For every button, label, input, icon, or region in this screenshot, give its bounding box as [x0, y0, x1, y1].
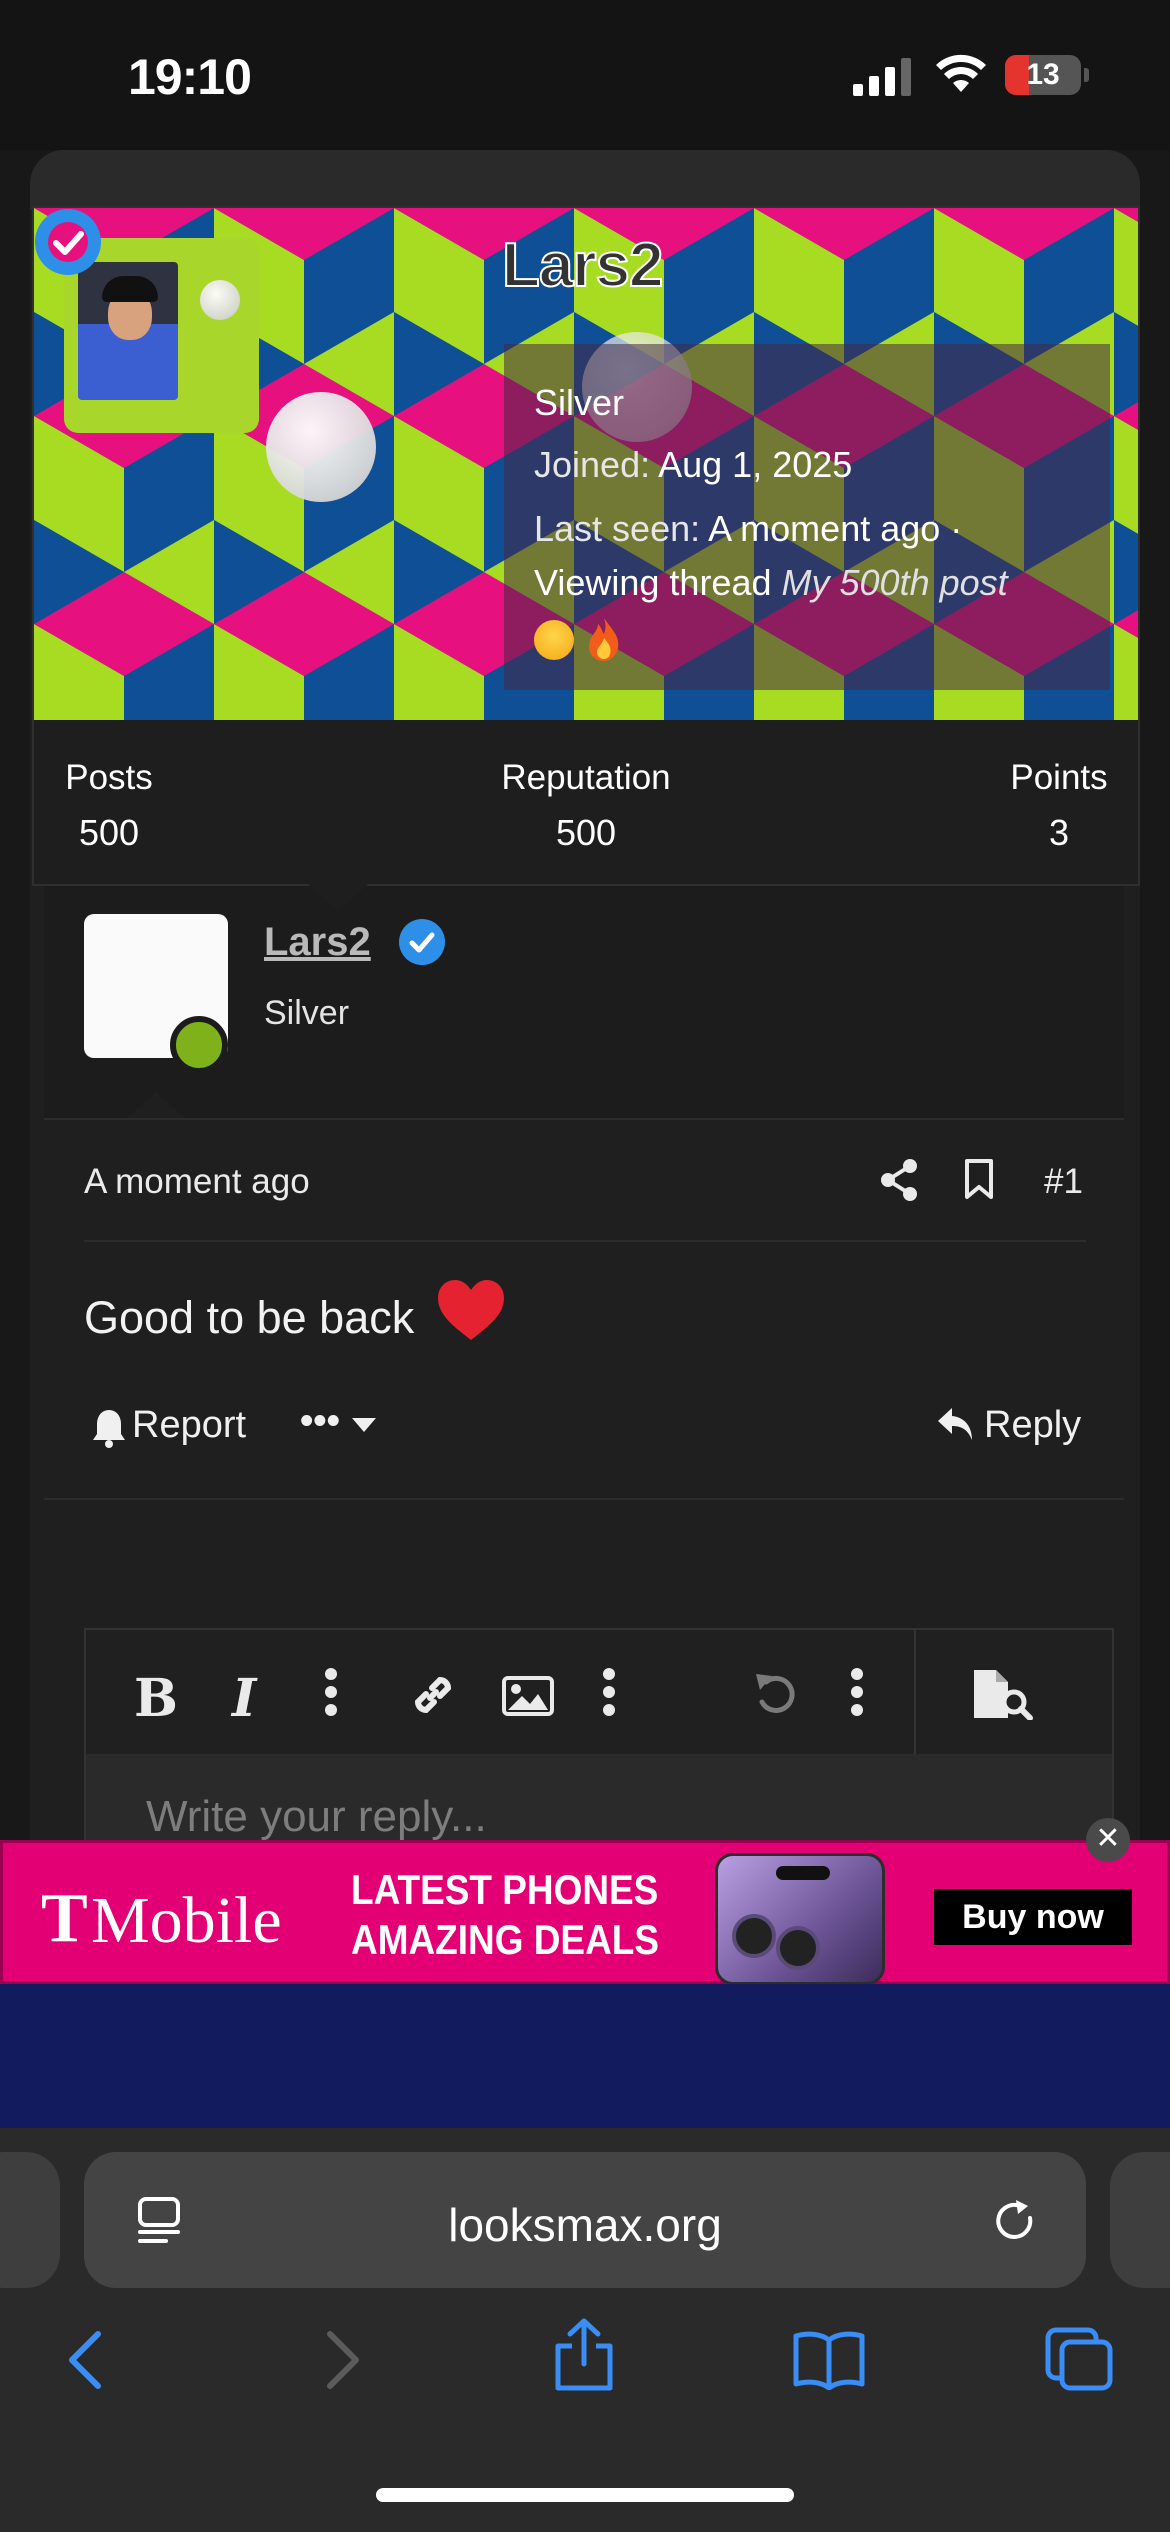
profile-last-seen: Last seen: A moment ago ·	[534, 508, 963, 549]
image-icon[interactable]	[502, 1676, 554, 1716]
profile-joined: Joined: Aug 1, 2025	[534, 444, 853, 485]
reply-icon[interactable]	[936, 1406, 974, 1442]
profile-username[interactable]: Lars2	[501, 230, 664, 301]
undo-icon[interactable]	[752, 1670, 800, 1718]
report-button[interactable]: Report	[132, 1404, 246, 1447]
ad-close-button[interactable]: ✕	[1086, 1818, 1130, 1862]
share-sheet-icon[interactable]	[552, 2318, 616, 2392]
profile-avatar[interactable]	[78, 262, 178, 400]
stat-posts[interactable]: Posts 500	[64, 758, 154, 854]
post-author-name[interactable]: Lars2	[264, 920, 371, 965]
cellular-signal-icon	[853, 58, 911, 96]
ad-headline: LATEST PHONES AMAZING DEALS	[351, 1866, 659, 1963]
previous-tab-preview[interactable]	[0, 2152, 60, 2288]
post-timestamp[interactable]: A moment ago	[84, 1162, 310, 1202]
profile-stats: Posts 500 Reputation 500 Points 3	[34, 720, 1138, 886]
post-body: Good to be back	[84, 1292, 415, 1343]
profile-popup: Lars2 Silver Joined: Aug 1, 2025 Last se…	[32, 206, 1140, 912]
vertical-ellipsis-icon[interactable]	[850, 1668, 864, 1716]
editor-toolbar: B I	[86, 1630, 1112, 1754]
ad-banner[interactable]: T Mobile LATEST PHONES AMAZING DEALS Buy…	[0, 1840, 1170, 1985]
page-header-bar	[30, 150, 1140, 210]
profile-rank: Silver	[534, 382, 625, 423]
vertical-ellipsis-icon[interactable]	[324, 1668, 338, 1716]
bell-icon[interactable]	[92, 1408, 126, 1448]
vertical-ellipsis-icon[interactable]	[602, 1668, 616, 1716]
back-icon[interactable]	[66, 2330, 106, 2390]
ad-buy-now-button[interactable]: Buy now	[934, 1889, 1132, 1945]
home-indicator[interactable]	[376, 2488, 794, 2502]
heart-emoji	[438, 1280, 504, 1340]
online-status-indicator	[170, 1016, 228, 1074]
share-icon[interactable]	[880, 1158, 920, 1202]
reply-button[interactable]: Reply	[984, 1404, 1081, 1447]
bookmarks-icon[interactable]	[792, 2330, 866, 2390]
forward-icon[interactable]	[322, 2330, 362, 2390]
popup-pointer	[308, 884, 368, 912]
stat-points[interactable]: Points 3	[1004, 758, 1114, 854]
more-options-button[interactable]: •••	[300, 1400, 340, 1443]
ad-phone-image	[715, 1853, 885, 1985]
reply-placeholder: Write your reply...	[146, 1792, 487, 1841]
bold-icon[interactable]: B	[134, 1668, 178, 1729]
battery-icon: 13	[1005, 55, 1089, 95]
stat-reputation[interactable]: Reputation 500	[486, 758, 686, 854]
clock: 19:10	[128, 49, 252, 105]
relieved-face-emoji	[534, 620, 574, 660]
ad-backdrop	[0, 1984, 1170, 2128]
divider	[44, 1498, 1124, 1500]
wifi-icon	[936, 54, 986, 92]
profile-viewing: Viewing thread My 500th post	[534, 562, 1008, 603]
profile-banner: Lars2 Silver Joined: Aug 1, 2025 Last se…	[34, 208, 1138, 720]
tabs-icon[interactable]	[1044, 2326, 1114, 2392]
chevron-down-icon[interactable]	[352, 1418, 376, 1432]
italic-icon[interactable]: I	[232, 1668, 256, 1729]
verified-badge-icon	[399, 919, 445, 965]
battery-level: 13	[1026, 58, 1060, 91]
post-number[interactable]: #1	[1044, 1162, 1083, 1202]
author-pointer	[124, 1092, 188, 1120]
post-author-rank: Silver	[264, 994, 350, 1032]
url-text: looksmax.org	[448, 2199, 722, 2251]
t-mobile-logo-t: T	[41, 1880, 88, 1957]
bubble-decoration	[200, 280, 240, 320]
profile-info-box: Silver Joined: Aug 1, 2025 Last seen: A …	[504, 344, 1110, 690]
reload-icon[interactable]	[994, 2198, 1038, 2244]
bookmark-icon[interactable]	[964, 1158, 994, 1200]
link-icon[interactable]	[408, 1670, 458, 1720]
next-tab-preview[interactable]	[1110, 2152, 1170, 2288]
divider	[84, 1240, 1086, 1242]
bubble-decoration	[266, 392, 376, 502]
ad-brand: Mobile	[91, 1884, 282, 1957]
divider	[44, 1118, 1124, 1120]
verified-badge-icon	[35, 209, 101, 275]
preview-icon[interactable]	[972, 1668, 1034, 1720]
status-bar: 19:10 13	[0, 0, 1170, 150]
toolbar-separator	[914, 1630, 916, 1754]
address-bar[interactable]: looksmax.org	[84, 2152, 1086, 2288]
fire-emoji	[589, 618, 619, 661]
viewing-thread-link[interactable]: My 500th post	[782, 562, 1008, 603]
